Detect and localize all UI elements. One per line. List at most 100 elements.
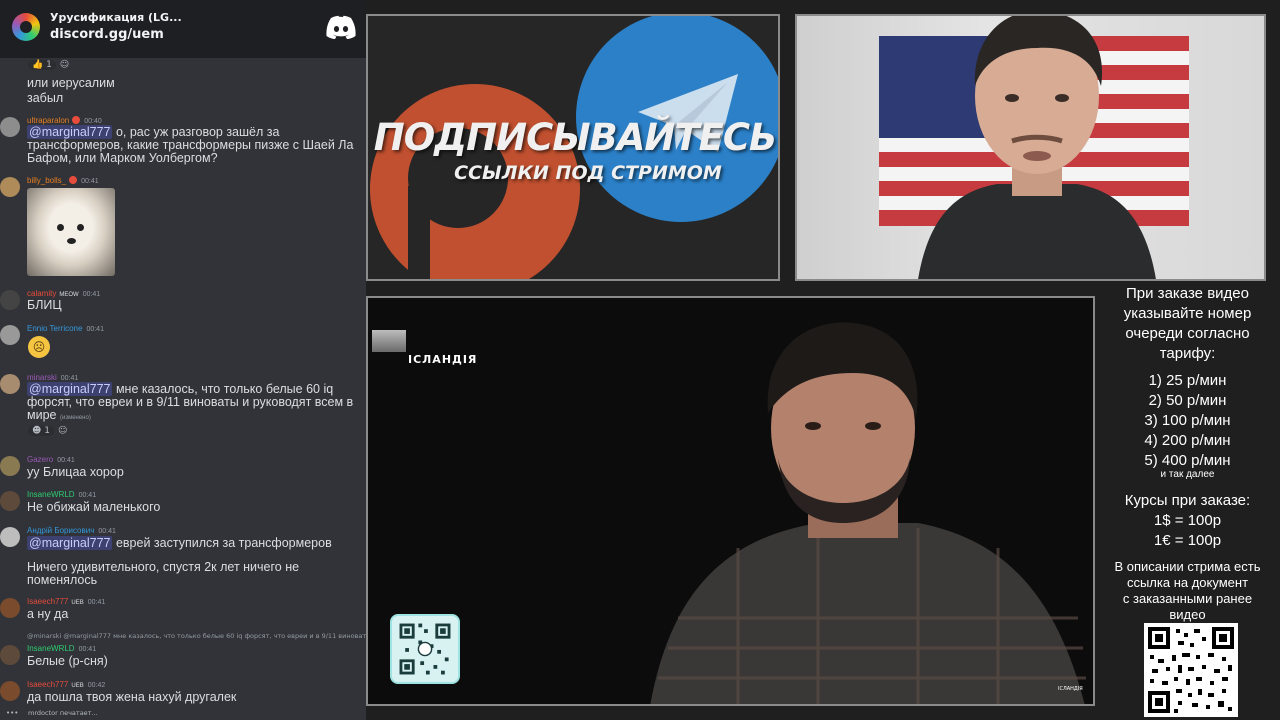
username[interactable]: Ennio Terricone <box>27 324 82 333</box>
info-line: тарифу: <box>1159 345 1216 362</box>
image-attachment-dog[interactable] <box>27 188 115 276</box>
username[interactable]: minarski <box>27 373 57 382</box>
edited-marker: (изменено) <box>59 415 91 421</box>
rate-usd: 1$ = 100р <box>1153 512 1222 529</box>
message-text: Не обижай маленького <box>27 500 161 514</box>
username[interactable]: ultraparalon <box>27 116 69 125</box>
interviewee-person-image <box>650 322 1086 704</box>
avatar[interactable] <box>0 527 20 547</box>
order-info-panel: При заказе видео указывайте номер очеред… <box>1095 280 1280 720</box>
avatar[interactable] <box>0 598 20 618</box>
avatar[interactable] <box>0 374 20 394</box>
discord-chat-panel: Урусификация (LG... discord.gg/uem 👍 1 ☺ … <box>0 0 366 720</box>
avatar[interactable] <box>0 177 20 197</box>
timestamp: 00:41 <box>78 492 97 499</box>
timestamp: 00:41 <box>57 457 75 464</box>
timestamp: 00:41 <box>81 178 99 185</box>
message-header: Isaeech777 UEB 00:41 <box>27 597 105 606</box>
message-header: billy_bolls_ 00:41 <box>27 176 99 185</box>
streamer-person-image <box>918 16 1156 279</box>
username[interactable]: InsaneWRLD <box>27 490 75 499</box>
message-text: уу Блицаа хорор <box>27 465 124 479</box>
video-watermark: ІСЛАНДІЯ <box>1058 686 1083 692</box>
reaction-row[interactable]: 👍 1 ☺ <box>28 60 69 70</box>
qr-code-icon[interactable] <box>1144 623 1238 717</box>
username[interactable]: Isaeech777 <box>27 597 68 606</box>
add-reaction-icon[interactable]: ☺ <box>60 60 69 70</box>
reaction-pill[interactable]: 👍 1 <box>28 60 56 70</box>
avatar[interactable] <box>0 491 20 511</box>
message-text: @marginal777 мне казалось, что только бе… <box>27 382 354 422</box>
video-player-panel[interactable]: ІСЛАНДІЯ ІСЛАНДІЯ <box>366 296 1095 706</box>
mention[interactable]: @marginal777 <box>27 125 113 139</box>
price-item: 1) 25 р/мин <box>1148 372 1227 389</box>
price-more-note: и так далее <box>1160 469 1215 480</box>
role-tag: UEB <box>71 683 84 689</box>
message-header: InsaneWRLD 00:41 <box>27 490 96 499</box>
price-item: 5) 400 р/мин <box>1144 452 1231 469</box>
badge-icon <box>69 176 78 184</box>
info-line: с заказанными ранее <box>1122 591 1253 606</box>
mention[interactable]: @marginal777 <box>27 536 113 550</box>
message-header: Андрій Борисович 00:41 <box>27 526 116 535</box>
timestamp: 00:41 <box>78 646 97 653</box>
timestamp: 00:41 <box>86 326 104 333</box>
message-header: Ennio Terricone 00:41 <box>27 324 104 333</box>
info-line: В описании стрима есть <box>1114 559 1261 574</box>
badge-icon <box>72 116 81 124</box>
typing-indicator-icon: ••• <box>6 709 19 717</box>
server-invite-link[interactable]: discord.gg/uem <box>50 27 164 42</box>
username[interactable]: Gazero <box>27 455 53 464</box>
price-item: 3) 100 р/мин <box>1144 412 1231 429</box>
exchange-rates: Курсы при заказе: 1$ = 100р 1€ = 100р <box>1095 491 1280 551</box>
typing-indicator: mrdoctor печатает... <box>28 709 98 717</box>
username[interactable]: Isaeech777 <box>27 680 68 689</box>
username[interactable]: InsaneWRLD <box>27 644 75 653</box>
message-header: InsaneWRLD 00:41 <box>27 644 96 653</box>
avatar[interactable] <box>0 290 20 310</box>
promo-title: ПОДПИСЫВАЙТЕСЬ <box>373 116 777 159</box>
server-icon[interactable] <box>12 13 40 41</box>
role-tag: MEOW <box>59 292 79 298</box>
info-line: ссылка на документ <box>1126 575 1249 590</box>
username[interactable]: calamity <box>27 289 56 298</box>
avatar[interactable] <box>0 117 20 137</box>
info-line: видео <box>1169 607 1206 622</box>
username[interactable]: billy_bolls_ <box>27 176 66 185</box>
description-note: В описании стрима есть ссылка на докумен… <box>1095 559 1280 623</box>
message-text: Ничего удивительного, спустя 2к лет ниче… <box>27 560 300 587</box>
avatar[interactable] <box>0 681 20 701</box>
message-text: а ну да <box>27 607 69 621</box>
info-line: очереди согласно <box>1125 325 1250 342</box>
role-tag: UEB <box>71 600 84 606</box>
avatar[interactable] <box>0 325 20 345</box>
price-item: 4) 200 р/мин <box>1144 432 1231 449</box>
qr-code-icon[interactable] <box>390 614 460 684</box>
message-text: @marginal777 о, рас уж разговор зашёл за… <box>27 125 354 165</box>
message-text: или иерусалим <box>27 76 115 90</box>
avatar[interactable] <box>0 456 20 476</box>
username[interactable]: Андрій Борисович <box>27 526 94 535</box>
reply-preview[interactable]: @minarski @marginal777 мне казалось, что… <box>27 632 366 640</box>
price-item: 2) 50 р/мин <box>1148 392 1227 409</box>
timestamp: 00:41 <box>87 599 106 606</box>
timestamp: 00:42 <box>87 682 106 689</box>
message-header: minarski 00:41 <box>27 373 78 382</box>
message-text: Белые (р-сня) <box>27 654 108 668</box>
webcam-panel <box>795 14 1266 281</box>
discord-server-header[interactable]: Урусификация (LG... discord.gg/uem <box>0 0 366 58</box>
info-line: указывайте номер <box>1123 305 1252 322</box>
price-list: 1) 25 р/мин 2) 50 р/мин 3) 100 р/мин 4) … <box>1095 371 1280 481</box>
add-reaction-icon[interactable]: ☺ <box>58 426 67 436</box>
timestamp: 00:40 <box>84 118 102 125</box>
server-name: Урусификация (LG... <box>50 11 182 24</box>
mention[interactable]: @marginal777 <box>27 382 113 396</box>
rate-eur: 1€ = 100р <box>1153 532 1222 549</box>
timestamp: 00:41 <box>82 291 101 298</box>
message-text: да пошла твоя жена нахуй другалек <box>27 690 237 704</box>
avatar[interactable] <box>0 645 20 665</box>
reaction-row[interactable]: ☻ 1 ☺ <box>28 426 67 436</box>
message-text: забыл <box>27 91 64 105</box>
promo-subtitle: ССЫЛКИ ПОД СТРИМОМ <box>454 162 722 184</box>
reaction-pill[interactable]: ☻ 1 <box>28 426 54 436</box>
